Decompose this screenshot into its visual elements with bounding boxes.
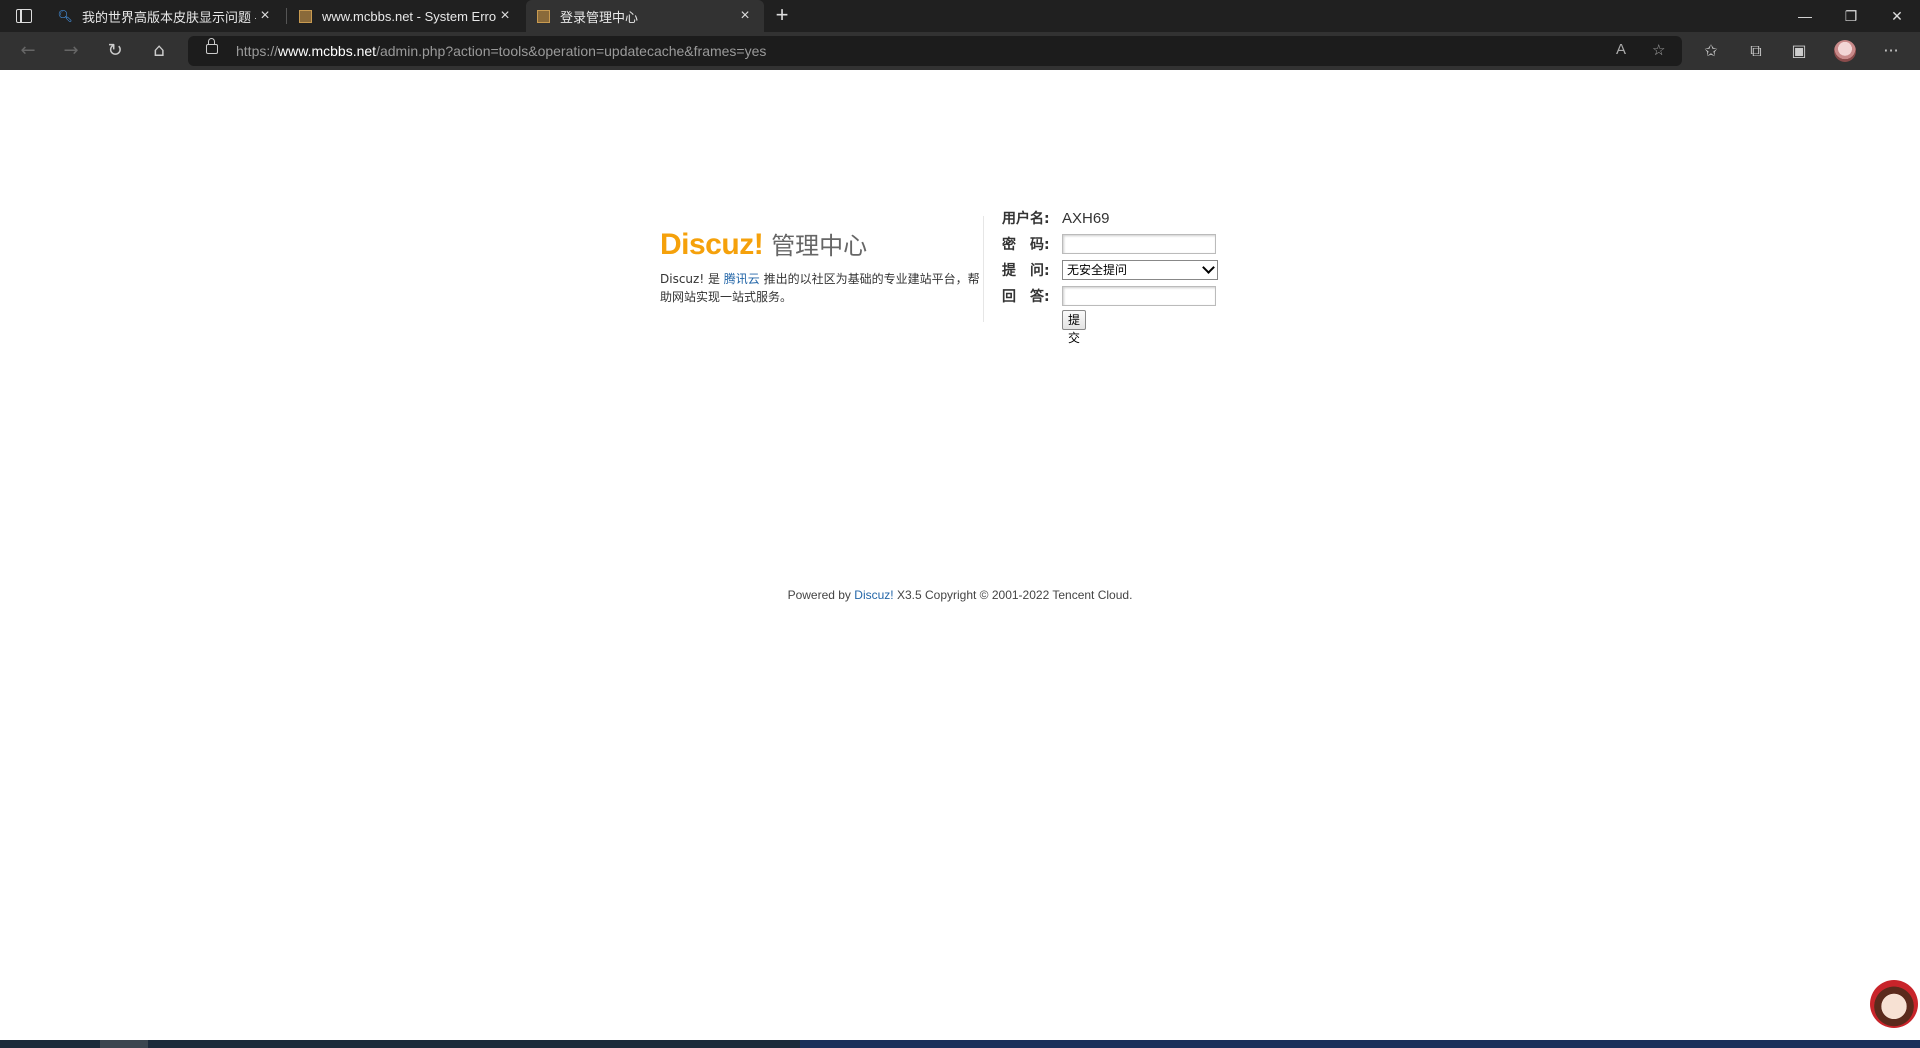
vertical-divider [983,216,984,322]
logo-brand: Discuz! [660,228,764,261]
restore-icon[interactable]: ❐ [1828,0,1874,32]
submit-button[interactable]: 提交 [1062,310,1087,345]
password-label: 密 码: [1002,237,1050,253]
question-row: 提 问: 无安全提问 [1002,258,1218,282]
password-row: 密 码: [1002,232,1216,256]
mascot-avatar-icon[interactable] [1870,980,1918,1028]
refresh-icon[interactable]: ↻ [101,37,129,65]
logo: Discuz! 管理中心 [660,226,980,262]
extensions-icon[interactable]: ▣ [1788,40,1810,62]
tab-title: www.mcbbs.net - System Error [322,8,496,24]
window-close-icon[interactable]: ✕ [1874,0,1920,32]
tab-title: 我的世界高版本皮肤显示问题 - 搜索 [82,9,256,25]
answer-label: 回 答: [1002,289,1050,305]
discuz-link[interactable]: Discuz! [854,588,893,602]
add-favorite-icon[interactable]: ☆ [1652,41,1665,59]
password-field[interactable] [1062,234,1216,254]
description: Discuz! 是 腾讯云 推出的以社区为基础的专业建站平台，帮助网站实现一站式… [660,272,980,304]
more-menu-icon[interactable]: ··· [1880,40,1902,62]
browser-toolbar: ← → ↻ ⌂ https://www.mcbbs.net/admin.php?… [0,32,1920,70]
tab-divider [286,8,287,24]
browser-tab-strip: 🔍︎ 我的世界高版本皮肤显示问题 - 搜索 × www.mcbbs.net - … [0,0,1920,32]
username-row: 用户名: AXH69 [1002,206,1110,230]
answer-row: 回 答: [1002,284,1216,308]
taskbar [0,1040,1920,1048]
tab-title: 登录管理中心 [560,9,639,25]
footer: Powered by Discuz! X3.5 Copyright © 2001… [787,588,1133,602]
home-icon[interactable]: ⌂ [145,37,173,65]
username-label: 用户名: [1002,211,1050,227]
tab-search[interactable]: 🔍︎ 我的世界高版本皮肤显示问题 - 搜索 × [48,0,284,32]
url-text: https://www.mcbbs.net/admin.php?action=t… [236,43,767,59]
forward-icon[interactable]: → [57,37,85,65]
close-icon[interactable]: × [496,7,514,25]
favorites-icon[interactable]: ✩ [1700,40,1722,62]
logo-subtitle: 管理中心 [771,232,868,260]
search-icon: 🔍︎ [57,9,73,23]
new-tab-icon[interactable]: + [770,4,794,28]
profile-avatar[interactable] [1834,40,1856,62]
close-icon[interactable]: × [256,7,274,25]
security-question-select[interactable]: 无安全提问 [1062,260,1218,280]
close-icon[interactable]: × [736,7,754,25]
tencent-cloud-link[interactable]: 腾讯云 [724,272,760,286]
back-icon[interactable]: ← [14,37,42,65]
address-bar[interactable]: https://www.mcbbs.net/admin.php?action=t… [188,36,1682,66]
read-aloud-icon[interactable]: A [1616,41,1626,58]
mcbbs-block-icon [298,9,312,23]
minimize-icon[interactable]: — [1782,0,1828,32]
tab-admin-login[interactable]: 登录管理中心 × [526,0,764,32]
question-label: 提 问: [1002,263,1050,279]
username-value: AXH69 [1062,209,1110,227]
chevron-down-icon [1202,261,1215,274]
tab-actions-icon[interactable] [10,6,38,26]
lock-icon[interactable] [206,38,218,54]
logo-block: Discuz! 管理中心 Discuz! 是 腾讯云 推出的以社区为基础的专业建… [660,226,980,306]
collections-icon[interactable]: ⧉ [1745,40,1767,62]
page-content: Discuz! 管理中心 Discuz! 是 腾讯云 推出的以社区为基础的专业建… [0,70,1920,1038]
mcbbs-block-icon [536,9,550,23]
answer-field[interactable] [1062,286,1216,306]
tab-system-error[interactable]: www.mcbbs.net - System Error × [288,0,524,32]
